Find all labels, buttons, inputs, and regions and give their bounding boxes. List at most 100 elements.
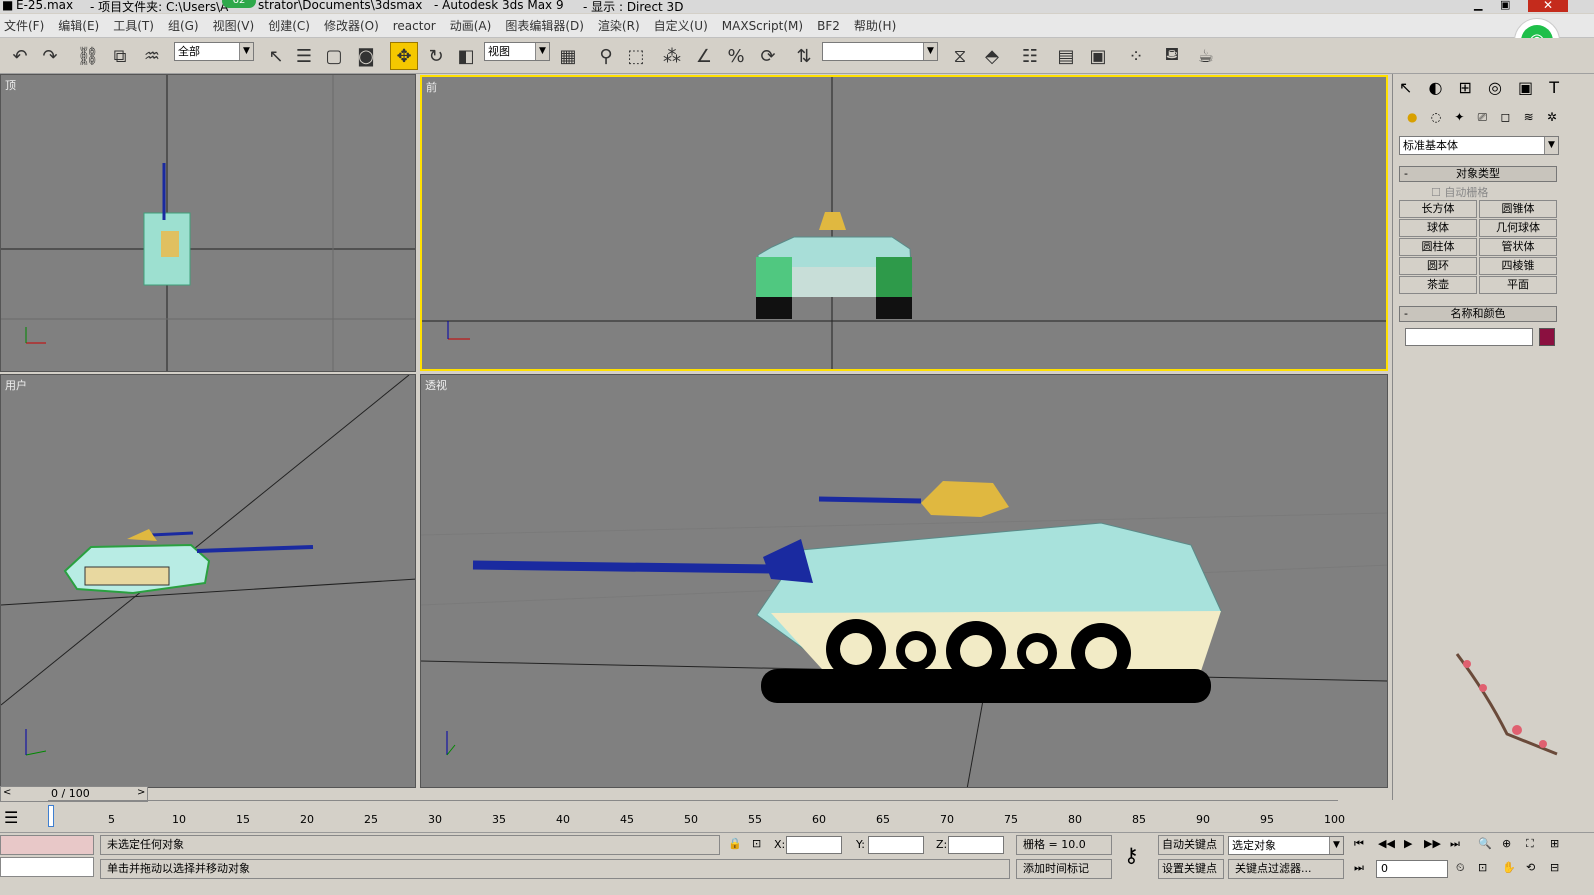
tube-button[interactable]: 管状体: [1479, 238, 1557, 256]
play-icon[interactable]: ▶: [1404, 837, 1412, 850]
window-crossing-icon[interactable]: ◙: [352, 42, 380, 70]
layer-manager-icon[interactable]: ☷: [1016, 42, 1044, 70]
systems-icon[interactable]: ✲: [1547, 110, 1557, 130]
previous-frame-icon[interactable]: ◀◀: [1378, 837, 1395, 850]
cameras-icon[interactable]: ⎚: [1478, 110, 1488, 130]
teapot-button[interactable]: 茶壶: [1399, 276, 1477, 294]
pyramid-button[interactable]: 四棱锥: [1479, 257, 1557, 275]
render-scene-icon[interactable]: ⛾: [1158, 42, 1186, 70]
menu-edit[interactable]: 编辑(E): [58, 17, 99, 34]
menu-modifiers[interactable]: 修改器(O): [324, 17, 379, 34]
key-filters-button[interactable]: 关键点过滤器...: [1228, 859, 1344, 879]
viewport-label-front[interactable]: 前: [426, 79, 437, 95]
viewport-front[interactable]: 前: [420, 75, 1388, 371]
create-tab-icon[interactable]: ↖: [1399, 78, 1412, 100]
redo-icon[interactable]: ↷: [36, 42, 64, 70]
key-icon[interactable]: ⚷: [1124, 843, 1139, 867]
key-mode-icon[interactable]: ⏭: [1354, 861, 1364, 875]
orbit-icon[interactable]: ⟲: [1526, 861, 1535, 874]
curve-editor-icon[interactable]: ▤: [1052, 42, 1080, 70]
select-and-move-icon[interactable]: ✥: [390, 42, 418, 70]
y-coord-field[interactable]: [868, 836, 924, 854]
motion-tab-icon[interactable]: ◎: [1488, 78, 1502, 100]
undo-icon[interactable]: ↶: [6, 42, 34, 70]
maximize-icon[interactable]: ▣: [1500, 0, 1510, 11]
field-of-view-icon[interactable]: ⊡: [1478, 861, 1487, 874]
display-tab-icon[interactable]: ▣: [1518, 78, 1533, 100]
key-target-dropdown[interactable]: 选定对象 ▼: [1228, 836, 1344, 855]
bind-space-warp-icon[interactable]: ♒: [138, 42, 166, 70]
menu-rendering[interactable]: 渲染(R): [598, 17, 640, 34]
space-warps-icon[interactable]: ≋: [1524, 110, 1534, 130]
snap-toggle-icon[interactable]: ⁂: [658, 42, 686, 70]
menu-help[interactable]: 帮助(H): [854, 17, 896, 34]
auto-grid-checkbox[interactable]: ☐ 自动栅格: [1431, 184, 1488, 200]
lock-selection-icon[interactable]: 🔒: [728, 837, 742, 850]
pivot-center-icon[interactable]: ▦: [554, 42, 582, 70]
auto-key-button[interactable]: 自动关键点: [1158, 835, 1224, 855]
select-and-scale-icon[interactable]: ◧: [452, 42, 480, 70]
geosphere-button[interactable]: 几何球体: [1479, 219, 1557, 237]
goto-end-icon[interactable]: ⏭: [1450, 837, 1460, 851]
plane-button[interactable]: 平面: [1479, 276, 1557, 294]
close-icon[interactable]: ✕: [1528, 0, 1568, 12]
absolute-mode-icon[interactable]: ⊡: [752, 837, 761, 850]
hierarchy-tab-icon[interactable]: ⊞: [1459, 78, 1472, 100]
cylinder-button[interactable]: 圆柱体: [1399, 238, 1477, 256]
zoom-extents-all-icon[interactable]: ⊞: [1550, 837, 1559, 850]
named-selection-icon[interactable]: ⇅: [790, 42, 818, 70]
modify-tab-icon[interactable]: ◐: [1428, 78, 1442, 100]
add-time-tag-button[interactable]: 添加时间标记: [1016, 859, 1112, 879]
viewport-label-user[interactable]: 用户: [5, 377, 27, 393]
current-frame-field[interactable]: 0: [1376, 860, 1448, 878]
helpers-icon[interactable]: ◻: [1500, 110, 1510, 130]
percent-snap-icon[interactable]: %: [722, 42, 750, 70]
select-object-icon[interactable]: ↖: [262, 42, 290, 70]
material-editor-icon[interactable]: ⁘: [1122, 42, 1150, 70]
object-type-rollout[interactable]: - 对象类型: [1399, 166, 1557, 182]
select-and-rotate-icon[interactable]: ↻: [422, 42, 450, 70]
viewport-perspective[interactable]: 透视: [420, 374, 1388, 788]
z-coord-field[interactable]: [948, 836, 1004, 854]
viewport-label-top[interactable]: 顶: [5, 77, 16, 93]
select-by-name-icon[interactable]: ☰: [290, 42, 318, 70]
menu-maxscript[interactable]: MAXScript(M): [722, 19, 803, 33]
track-bar-icon[interactable]: ☰: [4, 808, 18, 827]
slider-prev-icon[interactable]: <: [3, 787, 11, 798]
viewport-top[interactable]: 顶: [0, 74, 416, 372]
maxscript-input[interactable]: [0, 857, 94, 877]
menu-views[interactable]: 视图(V): [213, 17, 255, 34]
align-icon[interactable]: ⬘: [978, 42, 1006, 70]
zoom-all-icon[interactable]: ⊕: [1502, 837, 1511, 850]
menu-customize[interactable]: 自定义(U): [654, 17, 708, 34]
zoom-icon[interactable]: 🔍: [1478, 837, 1492, 850]
menu-animation[interactable]: 动画(A): [450, 17, 492, 34]
time-slider-handle[interactable]: [48, 805, 54, 827]
menu-file[interactable]: 文件(F): [4, 17, 44, 34]
maxscript-listener-mini[interactable]: [0, 835, 94, 855]
time-config-icon[interactable]: ⏲: [1456, 861, 1465, 875]
lights-icon[interactable]: ✦: [1454, 110, 1464, 130]
unlink-icon[interactable]: ⧉: [106, 42, 134, 70]
box-button[interactable]: 长方体: [1399, 200, 1477, 218]
select-link-icon[interactable]: ⛓: [74, 42, 102, 70]
utilities-tab-icon[interactable]: T: [1549, 78, 1559, 100]
torus-button[interactable]: 圆环: [1399, 257, 1477, 275]
slider-next-icon[interactable]: >: [137, 787, 145, 798]
cone-button[interactable]: 圆锥体: [1479, 200, 1557, 218]
zoom-extents-icon[interactable]: ⛶: [1526, 837, 1534, 851]
set-key-button[interactable]: 设置关键点: [1158, 859, 1224, 879]
rectangular-selection-icon[interactable]: ▢: [320, 42, 348, 70]
goto-start-icon[interactable]: ⏮: [1354, 837, 1364, 851]
mirror-icon[interactable]: ⧖: [946, 42, 974, 70]
name-and-color-rollout[interactable]: - 名称和颜色: [1399, 306, 1557, 322]
maximize-viewport-icon[interactable]: ⊟: [1550, 861, 1559, 874]
schematic-view-icon[interactable]: ▣: [1084, 42, 1112, 70]
minimize-icon[interactable]: ▁: [1474, 0, 1482, 11]
menu-bf2[interactable]: BF2: [817, 19, 840, 33]
quick-render-icon[interactable]: ☕: [1192, 42, 1220, 70]
menu-reactor[interactable]: reactor: [393, 19, 436, 33]
named-selection-dropdown[interactable]: ▼: [822, 42, 938, 61]
menu-graph-editors[interactable]: 图表编辑器(D): [505, 17, 584, 34]
keyboard-shortcut-icon[interactable]: ⬚: [622, 42, 650, 70]
